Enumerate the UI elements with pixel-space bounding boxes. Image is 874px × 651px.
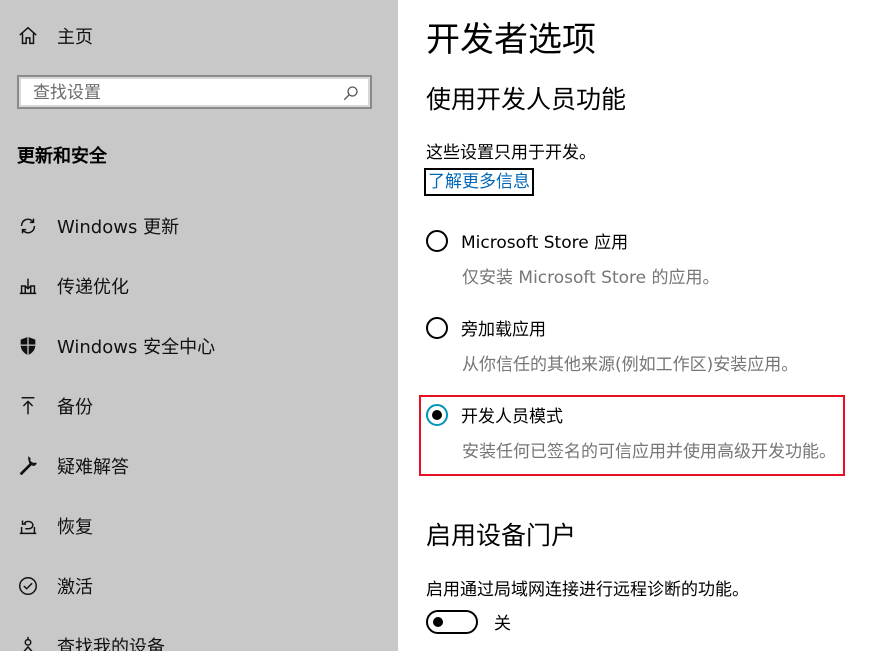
sidebar-item-label: 恢复 <box>57 517 93 538</box>
sidebar-item-label: 激活 <box>57 577 93 598</box>
radio-label: Microsoft Store 应用 <box>461 233 629 253</box>
find-device-icon <box>16 634 40 651</box>
radio-store-apps[interactable]: Microsoft Store 应用 <box>426 228 628 253</box>
sidebar-item-label: 备份 <box>57 397 93 418</box>
sidebar-item-label: 传递优化 <box>57 277 129 298</box>
radio-desc: 仅安装 Microsoft Store 的应用。 <box>462 268 720 288</box>
sidebar-item-label: 疑难解答 <box>57 457 129 478</box>
device-portal-heading: 启用设备门户 <box>426 521 577 550</box>
sidebar: 主页 更新和安全 Windows 更新 传递优化 Windows 安全中心 备份 <box>0 0 398 651</box>
sidebar-home[interactable]: 主页 <box>16 16 93 56</box>
check-circle-icon <box>16 574 40 598</box>
sidebar-item-label: Windows 安全中心 <box>57 337 216 358</box>
wrench-icon <box>16 454 40 478</box>
section-title: 更新和安全 <box>17 146 107 167</box>
radio-label: 开发人员模式 <box>461 407 563 427</box>
recovery-icon <box>16 514 40 538</box>
radio-button[interactable] <box>426 229 448 252</box>
radio-label: 旁加载应用 <box>461 320 546 340</box>
sidebar-item-troubleshoot[interactable]: 疑难解答 <box>16 446 129 486</box>
radio-desc: 从你信任的其他来源(例如工作区)安装应用。 <box>462 355 799 375</box>
radio-button[interactable] <box>426 316 448 339</box>
device-portal-desc: 启用通过局域网连接进行远程诊断的功能。 <box>426 580 749 600</box>
toggle-knob <box>433 616 443 627</box>
search-input[interactable] <box>33 82 333 104</box>
radio-desc: 安装任何已签名的可信应用并使用高级开发功能。 <box>462 442 836 462</box>
sidebar-item-label: 查找我的设备 <box>57 637 165 651</box>
radio-button-selected[interactable] <box>426 403 448 426</box>
sidebar-item-activation[interactable]: 激活 <box>16 566 93 606</box>
shield-icon <box>16 334 40 358</box>
sidebar-item-label: Windows 更新 <box>57 217 180 238</box>
sidebar-item-recovery[interactable]: 恢复 <box>16 506 93 546</box>
page-title: 开发者选项 <box>426 20 596 60</box>
sidebar-item-find-my-device[interactable]: 查找我的设备 <box>16 626 165 651</box>
sidebar-home-label: 主页 <box>57 27 93 48</box>
radio-dot <box>432 409 442 420</box>
search-icon[interactable] <box>342 84 360 102</box>
device-portal-toggle-row: 关 <box>426 609 511 634</box>
sidebar-item-windows-security[interactable]: Windows 安全中心 <box>16 326 215 366</box>
radio-developer-mode[interactable]: 开发人员模式 <box>426 402 563 427</box>
main-panel: 开发者选项 使用开发人员功能 这些设置只用于开发。 了解更多信息 Microso… <box>398 0 874 651</box>
learn-more-link[interactable]: 了解更多信息 <box>424 168 534 196</box>
radio-sideload-apps[interactable]: 旁加载应用 <box>426 315 546 340</box>
sidebar-item-backup[interactable]: 备份 <box>16 386 93 426</box>
backup-arrow-icon <box>16 394 40 418</box>
dev-features-desc: 这些设置只用于开发。 <box>426 143 596 163</box>
sidebar-item-delivery-optimization[interactable]: 传递优化 <box>16 266 129 306</box>
delivery-icon <box>16 274 40 298</box>
dev-features-heading: 使用开发人员功能 <box>426 85 627 114</box>
search-box[interactable] <box>17 75 372 109</box>
device-portal-toggle[interactable] <box>426 609 478 634</box>
toggle-state-label: 关 <box>494 614 511 634</box>
sidebar-item-windows-update[interactable]: Windows 更新 <box>16 206 179 246</box>
home-icon <box>16 24 40 48</box>
refresh-icon <box>16 214 40 238</box>
